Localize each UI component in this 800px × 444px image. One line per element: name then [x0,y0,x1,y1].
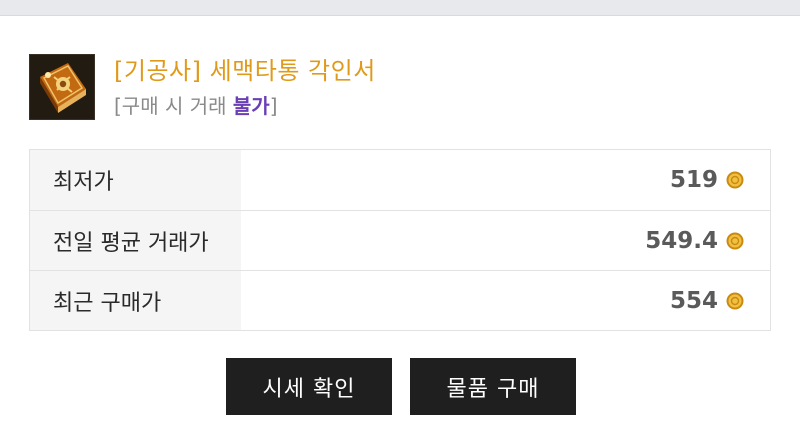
item-name: [기공사] 세맥타통 각인서 [114,57,376,85]
market-price-button[interactable]: 시세 확인 [226,358,392,415]
price-label: 최저가 [30,150,241,210]
engraving-book-icon [29,54,95,120]
price-value: 549.4 [645,227,718,254]
price-value-cell: 549.4 [241,211,770,270]
price-value: 519 [669,167,718,193]
price-table: 최저가 519 전일 평균 거래가 549.4 최근 구매가 554 [29,149,771,331]
gold-coin-icon [726,292,744,309]
trade-restriction-note: [구매 시 거래 불가] [114,93,278,119]
item-header: [기공사] 세맥타통 각인서 [구매 시 거래 불가] [29,54,769,122]
trade-note-prefix: [구매 시 거래 [114,94,233,118]
price-row-lowest: 최저가 519 [30,150,770,210]
price-row-recent: 최근 구매가 554 [30,270,770,330]
gold-coin-icon [726,232,744,249]
price-value-cell: 554 [241,271,770,330]
gold-coin-icon [726,171,744,189]
price-value: 554 [669,287,718,314]
price-label: 최근 구매가 [30,271,241,330]
price-label: 전일 평균 거래가 [30,211,241,270]
top-bar [0,0,800,16]
price-value-cell: 519 [241,150,770,210]
trade-status: 불가 [232,94,270,118]
trade-note-suffix: ] [269,94,278,118]
purchase-button[interactable]: 물품 구매 [410,358,576,415]
price-row-prev-avg: 전일 평균 거래가 549.4 [30,210,770,270]
